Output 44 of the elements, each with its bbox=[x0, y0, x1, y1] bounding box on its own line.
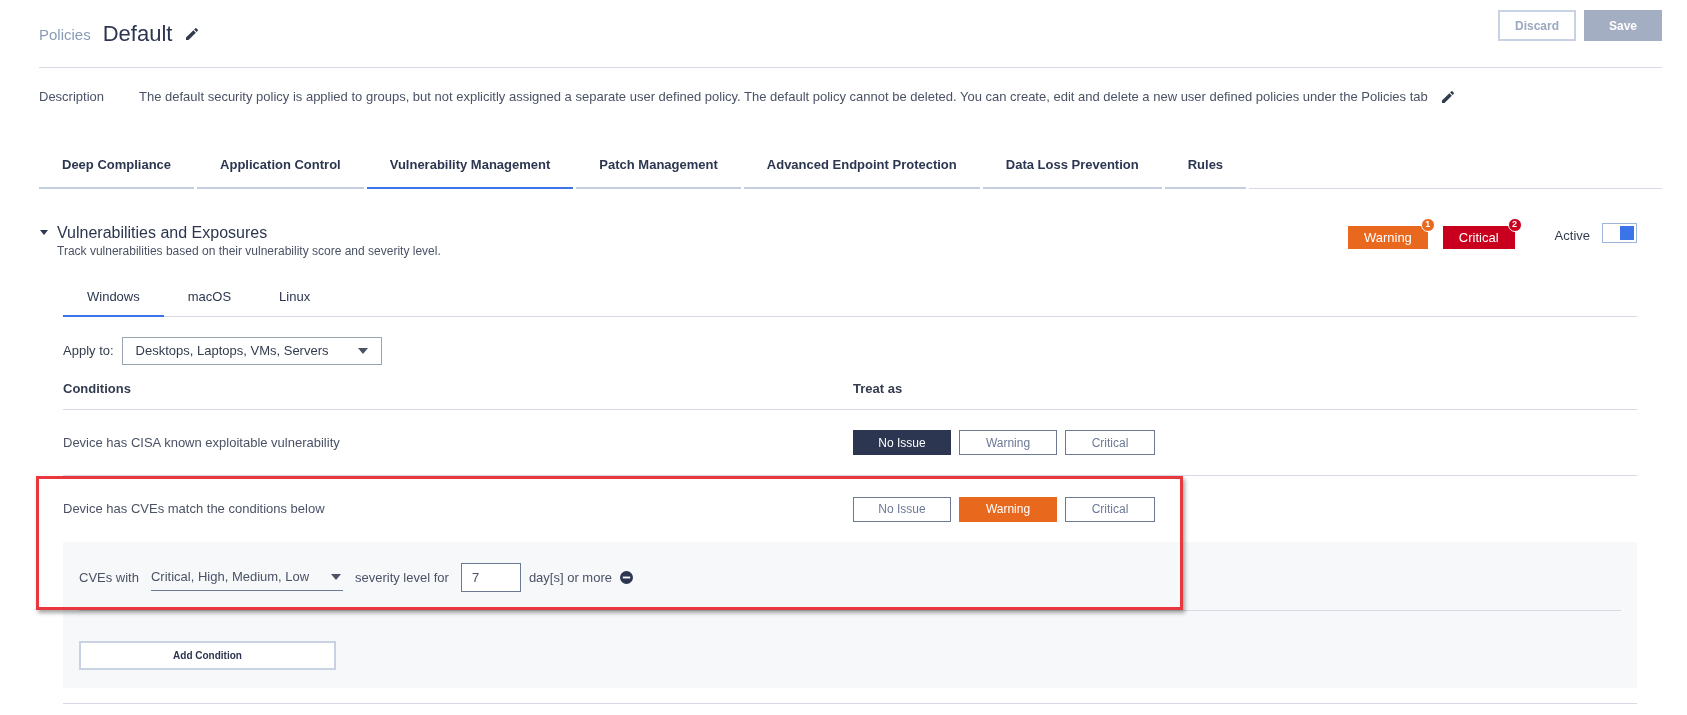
tab[interactable]: Rules bbox=[1164, 143, 1247, 189]
tab[interactable]: Application Control bbox=[197, 143, 364, 189]
column-header: Treat as bbox=[853, 379, 903, 398]
edit-icon[interactable] bbox=[1439, 89, 1456, 105]
severity-dropdown[interactable]: Critical, High, Medium, Low bbox=[150, 564, 343, 591]
description-text: The default security policy is applied to groups, but not explicitly assigned a separate user defined policy. The default policy cannot be deleted. You can create, edit and delete a new user defined policies under the Policies tab bbox=[139, 88, 1428, 107]
remove-icon[interactable] bbox=[620, 571, 633, 584]
status-badge: Warning bbox=[1347, 226, 1428, 250]
treat-as-option[interactable]: Warning bbox=[959, 430, 1057, 455]
section-subtitle: Track vulnerabilities based on their vulnerability score and severity level. bbox=[57, 243, 441, 259]
section-title: Vulnerabilities and Exposures bbox=[57, 223, 269, 243]
condition-text: Device has CISA known exploitable vulnerability bbox=[63, 433, 341, 452]
os-tab[interactable]: macOS bbox=[163, 279, 256, 317]
criteria-label: severity level for bbox=[354, 568, 449, 587]
treat-as-option[interactable]: Critical bbox=[1065, 430, 1155, 455]
caret-down-icon bbox=[357, 348, 368, 354]
active-label: Active bbox=[1554, 227, 1590, 245]
tab[interactable]: Advanced Endpoint Protection bbox=[743, 143, 980, 189]
tab[interactable]: Deep Compliance bbox=[39, 143, 195, 189]
os-tab[interactable]: Linux bbox=[255, 279, 335, 317]
criteria-label: day[s] or more bbox=[528, 568, 612, 587]
days-input[interactable]: 7 bbox=[460, 563, 521, 592]
tab[interactable]: Data Loss Prevention bbox=[982, 143, 1162, 189]
criteria-label: CVEs with bbox=[79, 568, 139, 587]
apply-to-dropdown[interactable]: Desktops, Laptops, VMs, Servers bbox=[121, 337, 382, 365]
treat-as-option[interactable]: No Issue bbox=[853, 430, 951, 455]
active-toggle[interactable] bbox=[1602, 223, 1637, 243]
caret-down-icon[interactable] bbox=[39, 227, 49, 237]
tab[interactable]: Patch Management bbox=[576, 143, 741, 189]
os-tab[interactable]: Windows bbox=[63, 279, 164, 317]
description-label: Description bbox=[39, 88, 106, 107]
treat-as-option[interactable]: Critical bbox=[1065, 496, 1155, 522]
apply-to-label: Apply to: bbox=[63, 342, 114, 361]
count-badge: 1 bbox=[1420, 218, 1435, 232]
treat-as-option[interactable]: No Issue bbox=[853, 496, 951, 522]
column-header: Conditions bbox=[63, 379, 132, 398]
edit-icon[interactable] bbox=[184, 25, 201, 42]
count-badge: 2 bbox=[1507, 218, 1522, 232]
status-badge: Critical bbox=[1442, 226, 1515, 250]
caret-down-icon bbox=[330, 574, 341, 580]
tab[interactable]: Vulnerability Management bbox=[366, 143, 574, 189]
condition-text: Device has CVEs match the conditions below bbox=[63, 500, 326, 519]
add-condition-button[interactable]: Add Condition bbox=[79, 641, 336, 670]
page-title: Default bbox=[102, 20, 173, 48]
